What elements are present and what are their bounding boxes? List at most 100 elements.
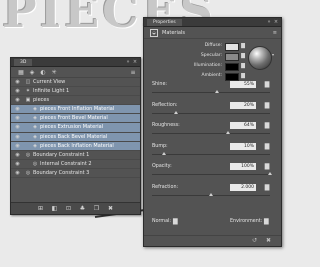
material-property: Refraction: 2.000 ▇ bbox=[144, 183, 281, 202]
tab-3d[interactable]: 3D bbox=[14, 59, 33, 66]
color-swatch[interactable] bbox=[225, 53, 239, 61]
property-slider-track[interactable] bbox=[152, 112, 270, 114]
property-slider-thumb[interactable] bbox=[173, 110, 178, 114]
property-value-input[interactable]: 10% bbox=[230, 142, 256, 150]
new-item-icon[interactable]: ❐ bbox=[93, 205, 100, 212]
camera-icon: ◫ bbox=[25, 79, 31, 85]
tree-row[interactable]: ◉ ◎ Internal Constraint 2 bbox=[11, 160, 140, 169]
texture-folder-icon[interactable]: ▇ bbox=[263, 81, 271, 88]
tab-properties[interactable]: Properties bbox=[147, 19, 182, 26]
texture-folder-icon[interactable]: ▇ bbox=[240, 73, 246, 79]
filter-materials-icon[interactable]: ◐ bbox=[39, 69, 47, 76]
visibility-eye-icon[interactable]: ◉ bbox=[14, 78, 21, 86]
trash-icon[interactable]: ✖ bbox=[266, 237, 271, 244]
color-swatch[interactable] bbox=[225, 43, 239, 51]
tree-row[interactable]: ◉ ✶ Infinite Light 1 bbox=[11, 87, 140, 97]
visibility-eye-icon[interactable]: ◉ bbox=[14, 160, 21, 168]
texture-folder-icon[interactable]: ▇ bbox=[240, 53, 246, 59]
material-property: Opacity: 100% ▇ bbox=[144, 163, 281, 181]
texture-folder-icon[interactable]: ▇ bbox=[263, 184, 271, 191]
property-label: Bump: bbox=[152, 143, 168, 149]
property-slider-thumb[interactable] bbox=[268, 172, 272, 175]
tree-row[interactable]: ◉ ◎ Boundary Constraint 1 bbox=[11, 151, 140, 160]
tree-row[interactable]: ◉ ◈ pieces Extrusion Material bbox=[11, 123, 140, 133]
material-property: Roughness: 64% ▇ bbox=[144, 122, 281, 140]
visibility-eye-icon[interactable]: ◉ bbox=[14, 114, 21, 122]
material-icon: ◈ bbox=[33, 106, 37, 113]
trash-icon[interactable]: ✖ bbox=[107, 205, 114, 212]
property-slider-track[interactable] bbox=[152, 153, 270, 155]
property-slider-thumb[interactable] bbox=[161, 151, 166, 155]
panel-menu-icon[interactable]: ≡ bbox=[273, 30, 277, 36]
property-value-input[interactable]: 2.000 bbox=[230, 183, 256, 191]
environment-folder-icon[interactable]: ▇ bbox=[264, 218, 269, 225]
filter-whole-scene-icon[interactable]: ▦ bbox=[17, 69, 25, 76]
texture-folder-icon[interactable]: ▇ bbox=[263, 102, 271, 109]
material-property: Bump: 10% ▇ bbox=[144, 142, 281, 161]
swatch-row: Illumination: ▇ bbox=[194, 62, 276, 71]
collapse-icon[interactable]: » bbox=[266, 18, 272, 26]
ground-plane-icon[interactable]: ⊡ bbox=[65, 205, 72, 212]
tree-row[interactable]: ◉ ▣ pieces bbox=[11, 96, 140, 106]
tree-row[interactable]: ◉ ◫ Current View bbox=[11, 78, 140, 88]
visibility-eye-icon[interactable]: ◉ bbox=[14, 142, 21, 150]
normal-folder-icon[interactable]: ▇ bbox=[173, 218, 178, 225]
close-icon[interactable]: × bbox=[273, 18, 279, 26]
panel-menu-icon[interactable]: ≡ bbox=[129, 69, 137, 76]
color-swatch[interactable] bbox=[225, 73, 239, 81]
tree-row-label: pieces Extrusion Material bbox=[40, 124, 104, 131]
add-light-icon[interactable]: ♣ bbox=[79, 205, 86, 212]
property-slider-thumb[interactable] bbox=[214, 90, 219, 93]
property-value-input[interactable]: 20% bbox=[230, 101, 256, 109]
swatch-label: Ambient: bbox=[201, 73, 222, 78]
texture-folder-icon[interactable]: ▇ bbox=[240, 63, 246, 69]
filter-lights-icon[interactable]: ✳ bbox=[50, 69, 58, 76]
collapse-icon[interactable]: » bbox=[125, 58, 131, 66]
shading-icon[interactable]: ◧ bbox=[51, 205, 58, 212]
materials-title: Materials bbox=[162, 29, 185, 36]
tree-row-label: Boundary Constraint 1 bbox=[33, 151, 90, 158]
properties-titlebar[interactable]: Properties » × bbox=[144, 18, 281, 27]
constraint-icon: ◎ bbox=[25, 151, 31, 158]
render-icon[interactable]: ⊞ bbox=[37, 205, 44, 212]
visibility-eye-icon[interactable]: ◉ bbox=[14, 169, 21, 177]
reset-icon[interactable]: ↺ bbox=[252, 237, 257, 244]
property-value-input[interactable]: 100% bbox=[230, 163, 256, 170]
property-slider-track[interactable] bbox=[152, 133, 270, 134]
tree-row[interactable]: ◉ ◈ pieces Front Inflation Material bbox=[11, 105, 140, 115]
tree-row-label: pieces Front Inflation Material bbox=[40, 106, 115, 113]
property-slider-thumb[interactable] bbox=[225, 131, 230, 134]
tree-row[interactable]: ◉ ◈ pieces Back Bevel Material bbox=[11, 132, 140, 142]
material-icon: ◈ bbox=[33, 124, 37, 131]
texture-folder-icon[interactable]: ▇ bbox=[240, 43, 246, 49]
tree-row[interactable]: ◉ ◈ pieces Front Bevel Material bbox=[11, 114, 140, 124]
property-slider-thumb[interactable] bbox=[209, 192, 213, 196]
visibility-eye-icon[interactable]: ◉ bbox=[14, 96, 21, 104]
tree-row[interactable]: ◉ ◎ Boundary Constraint 3 bbox=[11, 169, 140, 179]
material-icon: ◈ bbox=[33, 115, 37, 122]
texture-folder-icon[interactable]: ▇ bbox=[263, 163, 271, 170]
color-swatch[interactable] bbox=[225, 63, 239, 71]
visibility-eye-icon[interactable]: ◉ bbox=[14, 105, 21, 113]
property-value-input[interactable]: 64% bbox=[230, 122, 256, 129]
normal-label: Normal: bbox=[152, 219, 171, 224]
property-slider-track[interactable] bbox=[152, 174, 270, 175]
visibility-eye-icon[interactable]: ◉ bbox=[14, 133, 21, 141]
properties-bottom-bar: ↺ ✖ bbox=[144, 235, 281, 246]
visibility-eye-icon[interactable]: ◉ bbox=[14, 87, 21, 95]
visibility-eye-icon[interactable]: ◉ bbox=[14, 151, 21, 159]
maps-row: Normal: ▇ Environment: ▇ bbox=[144, 216, 281, 230]
constraint-icon: ◎ bbox=[32, 160, 38, 167]
tree-row[interactable]: ◉ ◈ pieces Back Inflation Material bbox=[11, 141, 140, 151]
material-property: Reflection: 20% ▇ bbox=[144, 101, 281, 120]
property-label: Refraction: bbox=[152, 184, 179, 190]
texture-folder-icon[interactable]: ▇ bbox=[263, 143, 271, 150]
close-icon[interactable]: × bbox=[132, 58, 138, 66]
property-value-input[interactable]: 55% bbox=[230, 81, 256, 88]
property-slider-track[interactable] bbox=[152, 92, 270, 93]
texture-folder-icon[interactable]: ▇ bbox=[263, 122, 271, 129]
material-icon: ◈ bbox=[33, 133, 37, 140]
3d-panel-titlebar[interactable]: 3D » × bbox=[11, 58, 140, 67]
visibility-eye-icon[interactable]: ◉ bbox=[14, 123, 21, 131]
filter-meshes-icon[interactable]: ◈ bbox=[28, 69, 36, 76]
